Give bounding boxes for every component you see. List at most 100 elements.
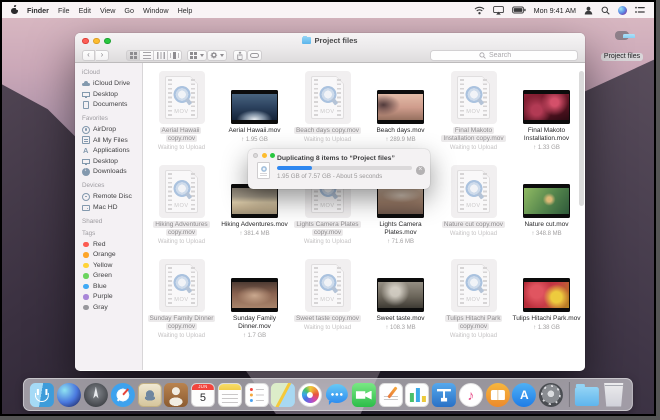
cancel-copy-button[interactable]: × — [416, 166, 425, 175]
menu-window[interactable]: Window — [143, 6, 169, 15]
file-name: Tulips Hitachi Park copy.mov — [439, 315, 509, 331]
dialog-minimize-button[interactable] — [262, 153, 267, 158]
search-field[interactable] — [430, 50, 578, 61]
menu-help[interactable]: Help — [178, 6, 193, 15]
file-item-beach-days-mov[interactable]: Beach days.mov289.9 MB — [364, 67, 437, 161]
list-view-button[interactable] — [140, 50, 154, 61]
forward-button[interactable]: › — [96, 50, 109, 61]
dock-keynote[interactable] — [432, 383, 456, 407]
dock-facetime[interactable] — [352, 383, 376, 407]
title-bar[interactable]: Project files — [75, 33, 585, 48]
file-name: Sweet taste copy.mov — [294, 315, 361, 323]
upload-status: Waiting to Upload — [158, 145, 205, 151]
user-icon[interactable] — [584, 6, 593, 15]
dock-messages[interactable] — [325, 383, 349, 407]
file-item-tulips-hitachi-park-mov[interactable]: Tulips Hitachi Park.mov1.38 GB — [510, 255, 583, 349]
desktop-folder-project-files[interactable]: Project files — [595, 27, 649, 63]
file-item-beach-days-copy-mov[interactable]: MOVBeach days copy.movWaiting to Upload — [291, 67, 364, 161]
tags-button[interactable] — [247, 50, 262, 61]
menu-edit[interactable]: Edit — [79, 6, 91, 15]
sidebar-item-label: Documents — [93, 101, 127, 108]
dock-trash[interactable] — [602, 383, 626, 407]
copy-progress-dialog[interactable]: Duplicating 8 items to “Project files” 1… — [248, 149, 430, 189]
sidebar-item-all-my-files[interactable]: All My Files — [82, 135, 142, 146]
search-input[interactable] — [489, 52, 529, 59]
dock-itunes[interactable] — [459, 383, 483, 407]
menu-bar-clock[interactable]: Mon 9:41 AM — [534, 6, 576, 15]
battery-icon[interactable] — [512, 6, 526, 14]
file-item-nature-cut-mov[interactable]: Nature cut.mov348.8 MB — [510, 161, 583, 255]
dock-finder[interactable] — [30, 383, 54, 407]
file-name: Aerial Hawaii copy.mov — [147, 127, 217, 143]
sidebar-item-green[interactable]: Green — [82, 271, 142, 282]
file-item-hiking-adventures-copy-mov[interactable]: MOVHiking Adventures copy.movWaiting to … — [145, 161, 218, 255]
coverflow-view-button[interactable] — [168, 50, 182, 61]
dock-launchpad[interactable] — [84, 383, 108, 407]
sidebar-item-downloads[interactable]: Downloads — [82, 167, 142, 178]
share-button[interactable] — [233, 50, 247, 61]
file-view: MOV Aerial Hawaii copy.mov Waiting to Uplo… — [143, 63, 585, 370]
dock-sysprefs[interactable] — [539, 383, 563, 407]
dock-downloads[interactable] — [575, 387, 599, 406]
pending-upload-box: MOV — [451, 165, 497, 218]
dialog-zoom-button[interactable] — [270, 153, 275, 158]
file-item-sunday-family-dinner-mov[interactable]: Sunday Family Dinner.mov1.7 GB — [218, 255, 291, 349]
menu-finder[interactable]: Finder — [27, 6, 49, 15]
menu-go[interactable]: Go — [124, 6, 134, 15]
dock-calendar[interactable]: JUN5 — [191, 383, 215, 407]
column-view-button[interactable] — [154, 50, 168, 61]
dock-notes[interactable] — [218, 383, 242, 407]
notification-center-icon[interactable] — [635, 6, 645, 14]
tag-color-icon — [83, 273, 89, 279]
sidebar-item-desktop[interactable]: Desktop — [82, 89, 142, 100]
dock-appstore[interactable] — [512, 383, 536, 407]
menu-file[interactable]: File — [58, 6, 70, 15]
dock-maps[interactable] — [271, 383, 295, 407]
dock-ibooks[interactable] — [486, 383, 510, 407]
file-item-sunday-family-dinner-copy-mov[interactable]: MOVSunday Family Dinner copy.movWaiting … — [145, 255, 218, 349]
back-button[interactable]: ‹ — [82, 50, 95, 61]
wifi-icon[interactable] — [474, 6, 485, 15]
file-item-nature-cut-copy-mov[interactable]: MOVNature cut copy.movWaiting to Upload — [437, 161, 510, 255]
dialog-close-button[interactable] — [253, 153, 258, 158]
scrollbar[interactable] — [579, 71, 584, 206]
sidebar-item-airdrop[interactable]: AirDrop — [82, 125, 142, 136]
airplay-icon[interactable] — [493, 6, 504, 15]
arrange-button[interactable] — [187, 50, 207, 61]
sidebar-item-documents[interactable]: Documents — [82, 100, 142, 111]
sidebar-item-blue[interactable]: Blue — [82, 281, 142, 292]
file-item-tulips-hitachi-park-copy-mov[interactable]: MOVTulips Hitachi Park copy.movWaiting t… — [437, 255, 510, 349]
quicktime-q-icon — [465, 274, 482, 291]
sidebar-item-remote-disc[interactable]: Remote Disc — [82, 192, 142, 203]
dock-numbers[interactable] — [405, 383, 429, 407]
sidebar-item-applications[interactable]: Applications — [82, 146, 142, 157]
file-item-aerial-hawaii-copy-mov[interactable]: MOVAerial Hawaii copy.movWaiting to Uplo… — [145, 67, 218, 161]
search-icon[interactable] — [601, 6, 610, 15]
sidebar-item-icloud-drive[interactable]: iCloud Drive — [82, 79, 142, 90]
dock-safari[interactable] — [111, 383, 135, 407]
sidebar-item-desktop[interactable]: Desktop — [82, 156, 142, 167]
file-item-sweet-taste-mov[interactable]: Sweet taste.mov108.3 MB — [364, 255, 437, 349]
dock-pages[interactable] — [378, 383, 402, 407]
action-button[interactable] — [207, 50, 228, 61]
dock-photos[interactable] — [298, 383, 322, 407]
sidebar-item-mac-hd[interactable]: Mac HD — [82, 202, 142, 213]
siri-icon[interactable] — [618, 6, 627, 15]
sidebar-item-purple[interactable]: Purple — [82, 292, 142, 303]
dock-contacts[interactable] — [164, 383, 188, 407]
file-item-sweet-taste-copy-mov[interactable]: MOVSweet taste copy.movWaiting to Upload — [291, 255, 364, 349]
menu-view[interactable]: View — [100, 6, 115, 15]
file-item-aerial-hawaii-mov[interactable]: Aerial Hawaii.mov1.95 GB — [218, 67, 291, 161]
file-item-final-makoto-installation-mov[interactable]: Final Makoto Installation.mov1.33 GB — [510, 67, 583, 161]
sidebar-item-orange[interactable]: Orange — [82, 250, 142, 261]
sidebar-item-red[interactable]: Red — [82, 239, 142, 250]
icon-view-button[interactable] — [126, 50, 140, 61]
apple-menu-icon[interactable] — [11, 6, 18, 14]
file-item-final-makoto-installation-copy-mov[interactable]: MOVFinal Makoto Installation copy.movWai… — [437, 67, 510, 161]
sidebar-item-gray[interactable]: Gray — [82, 302, 142, 313]
sidebar-item-yellow[interactable]: Yellow — [82, 260, 142, 271]
dock-mail[interactable] — [137, 383, 161, 407]
dock-reminders[interactable] — [245, 383, 269, 407]
dock: JUN5 — [23, 378, 633, 411]
dock-siri[interactable] — [57, 383, 81, 407]
